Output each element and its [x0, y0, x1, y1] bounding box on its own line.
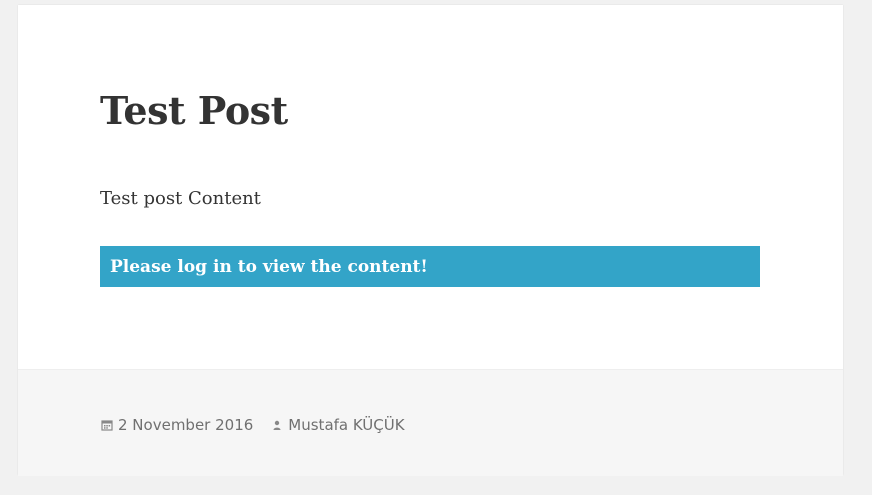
post-author-link[interactable]: Mustafa KÜÇÜK	[271, 416, 405, 434]
user-icon	[271, 419, 283, 431]
login-notice-text: Please log in to view the content!	[110, 256, 428, 277]
entry-footer: 2 November 2016 Mustafa KÜÇÜK	[18, 369, 843, 476]
post-content: Test post Content	[100, 188, 261, 209]
post-date-link[interactable]: 2 November 2016	[101, 416, 253, 434]
login-notice: Please log in to view the content!	[100, 246, 760, 287]
post-meta: 2 November 2016 Mustafa KÜÇÜK	[101, 416, 405, 434]
post-title: Test Post	[100, 88, 288, 133]
post-card: Test Post Test post Content Please log i…	[18, 5, 843, 476]
post-author: Mustafa KÜÇÜK	[288, 416, 405, 434]
calendar-icon	[101, 419, 113, 431]
article-body: Test Post Test post Content Please log i…	[18, 5, 843, 369]
post-date: 2 November 2016	[118, 416, 254, 434]
